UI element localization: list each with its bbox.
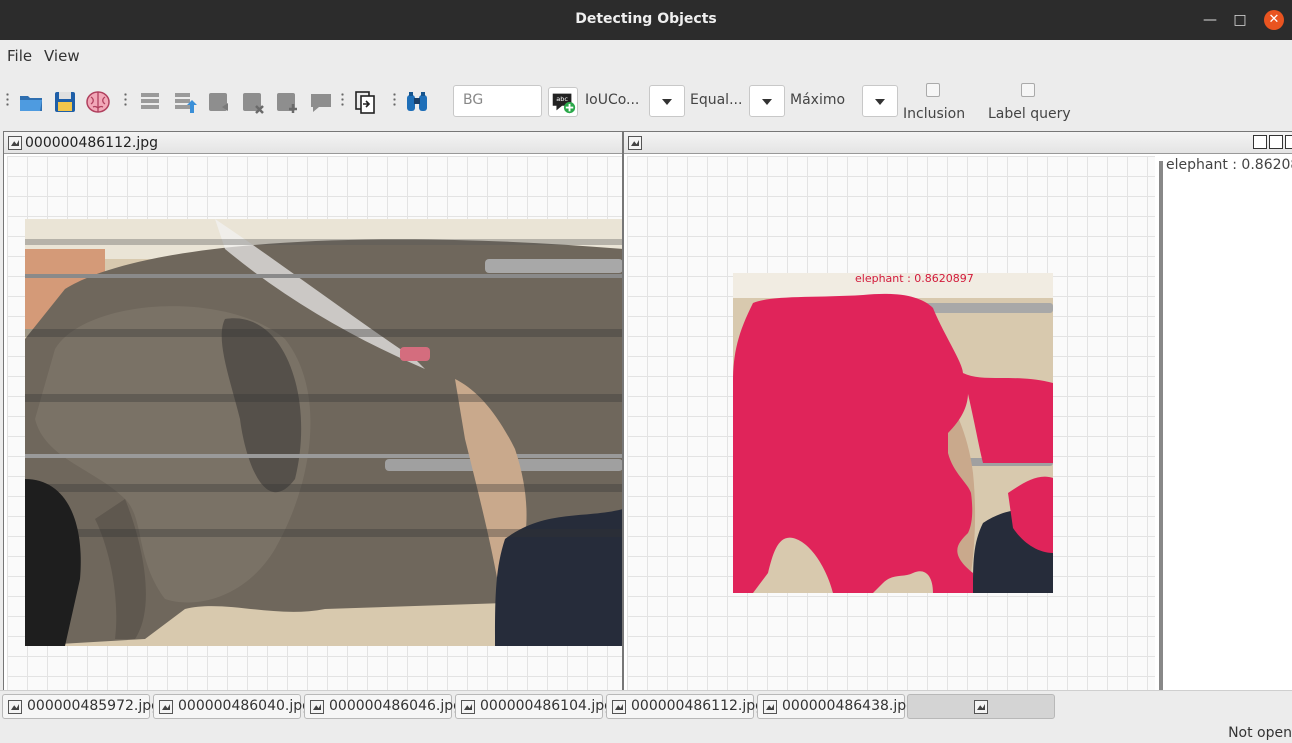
tab-label: 000000485972.jpg — [27, 698, 160, 714]
image-tab-bar: 000000485972.jpg 000000486040.jpg 000000… — [0, 690, 1292, 722]
stamp-remove-icon[interactable] — [240, 89, 266, 115]
maximo-label: Máximo — [790, 92, 846, 108]
tab-label: 000000486438.jpg — [782, 698, 915, 714]
frame-icon — [763, 700, 777, 714]
save-icon[interactable] — [52, 89, 78, 115]
toolbar-grip[interactable] — [393, 92, 396, 108]
window-title: Detecting Objects — [575, 11, 717, 27]
menu-view[interactable]: View — [44, 47, 80, 65]
image-canvas[interactable] — [7, 156, 622, 690]
frame-icon — [8, 136, 22, 150]
label-query-checkbox[interactable] — [1021, 83, 1035, 97]
binoculars-icon[interactable] — [404, 89, 430, 115]
frame-icon — [612, 700, 626, 714]
inclusion-label: Inclusion — [903, 106, 966, 122]
close-button[interactable]: ✕ — [1264, 10, 1284, 30]
panel-header — [624, 132, 1292, 154]
tab-image-3[interactable]: 000000486046.jpg — [304, 694, 462, 719]
result-item[interactable]: elephant : 0.8620897 — [1166, 157, 1292, 173]
database-icon[interactable] — [137, 89, 163, 115]
maximize-button[interactable]: □ — [1230, 10, 1250, 30]
toolbar-grip[interactable] — [124, 92, 127, 108]
equal-dropdown[interactable] — [749, 85, 785, 117]
class-input[interactable]: BG — [453, 85, 542, 117]
open-folder-icon[interactable] — [18, 89, 44, 115]
iou-dropdown[interactable] — [649, 85, 685, 117]
database-export-icon[interactable] — [172, 89, 198, 115]
tab-label: 000000486104.jpg — [480, 698, 613, 714]
menu-bar: File View — [0, 40, 1292, 72]
inclusion-checkbox[interactable] — [926, 83, 940, 97]
add-label-icon[interactable]: abc — [548, 87, 578, 117]
result-canvas[interactable]: elephant : 0.8620897 — [627, 156, 1155, 690]
label-query-label: Label query — [988, 106, 1071, 122]
maximo-dropdown[interactable] — [862, 85, 898, 117]
iou-label: IoUCo... — [585, 92, 640, 108]
left-image-panel: 000000486112.jpg — [3, 131, 623, 691]
stamp-add-icon[interactable] — [274, 89, 300, 115]
tab-result[interactable] — [907, 694, 1055, 719]
comment-icon[interactable] — [308, 89, 334, 115]
toolbar-grip[interactable] — [341, 92, 344, 108]
title-bar: Detecting Objects — □ ✕ — [0, 0, 1292, 40]
frame-icon — [628, 136, 642, 150]
tab-label: 000000486040.jpg — [178, 698, 311, 714]
status-text: Not open — [1228, 725, 1292, 741]
frame-icon — [159, 700, 173, 714]
frame-icon — [974, 700, 988, 714]
close-frame-button[interactable] — [1285, 135, 1292, 149]
panel-header: 000000486112.jpg — [4, 132, 622, 154]
toolbar-grip[interactable] — [6, 92, 9, 108]
maximize-frame-button[interactable] — [1269, 135, 1283, 149]
equal-label: Equal... — [690, 92, 743, 108]
status-bar: Not open — [0, 722, 1292, 743]
import-icon[interactable] — [352, 89, 378, 115]
menu-file[interactable]: File — [7, 47, 32, 65]
svg-text:abc: abc — [556, 95, 568, 103]
brain-icon[interactable] — [85, 89, 111, 115]
tab-image-2[interactable]: 000000486040.jpg — [153, 694, 311, 719]
frame-icon — [461, 700, 475, 714]
tab-label: 000000486046.jpg — [329, 698, 462, 714]
right-result-panel: elephant : 0.8620897 elephant : 0.862089… — [623, 131, 1292, 691]
results-divider[interactable] — [1159, 161, 1163, 690]
minimize-frame-button[interactable] — [1253, 135, 1267, 149]
tab-image-6[interactable]: 000000486438.jpg — [757, 694, 915, 719]
panel-title: 000000486112.jpg — [25, 135, 158, 151]
frame-icon — [310, 700, 324, 714]
tab-image-1[interactable]: 000000485972.jpg — [2, 694, 160, 719]
detection-label: elephant : 0.8620897 — [855, 273, 974, 285]
toolbar: BG abc IoUCo... Equal... Máximo Inclusio… — [0, 72, 1292, 130]
results-list[interactable]: elephant : 0.8620897 — [1159, 157, 1292, 690]
segmented-photo: elephant : 0.8620897 — [733, 273, 1053, 593]
tab-label: 000000486112.jpg — [631, 698, 764, 714]
stamp-icon[interactable] — [206, 89, 232, 115]
elephant-photo — [25, 219, 622, 646]
tab-image-4[interactable]: 000000486104.jpg — [455, 694, 613, 719]
minimize-button[interactable]: — — [1200, 10, 1220, 30]
tab-image-5[interactable]: 000000486112.jpg — [606, 694, 764, 719]
frame-icon — [8, 700, 22, 714]
